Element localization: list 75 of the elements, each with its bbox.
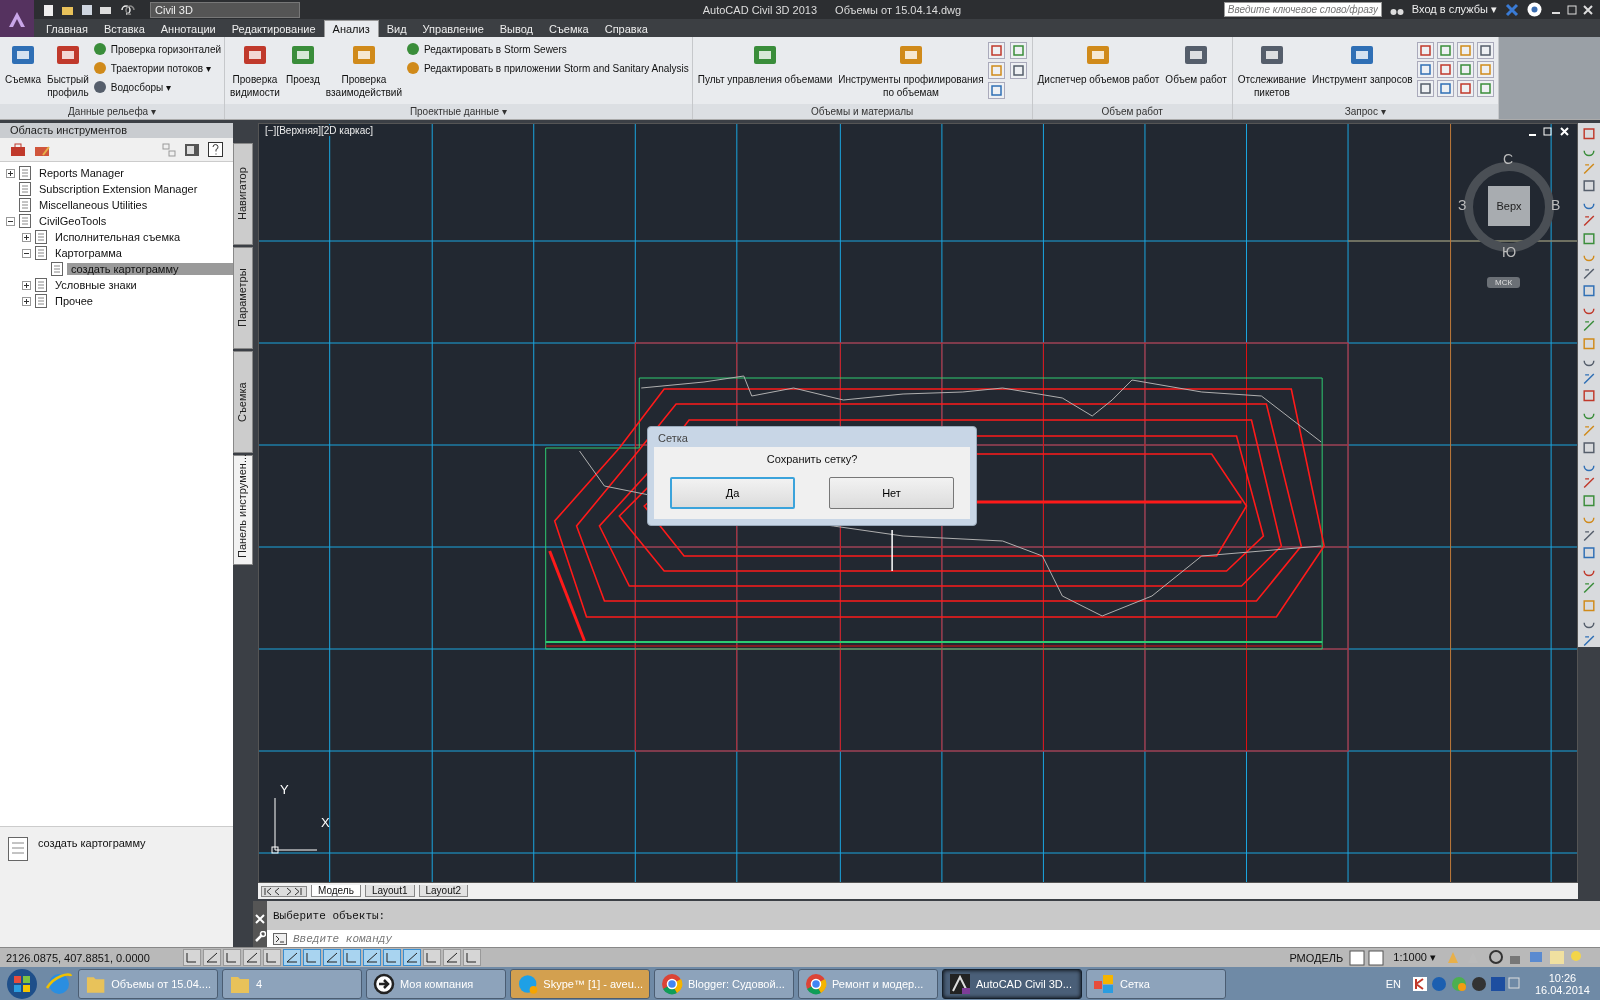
ribbon-tab[interactable]: Анализ	[323, 20, 379, 37]
tree-item[interactable]: Прочее	[51, 295, 97, 307]
ribbon-tab[interactable]: Управление	[414, 21, 492, 37]
dialog-button[interactable]: Да	[670, 477, 795, 509]
side-tab[interactable]: Параметры	[233, 247, 253, 349]
compass-label: Ю	[1502, 244, 1517, 260]
command-history: Выберите объекты:	[272, 908, 387, 924]
ribbon-button[interactable]: Водосборы ▾	[92, 80, 222, 94]
search-field[interactable]: Введите ключевое слово/фразу	[1223, 2, 1382, 17]
clock-date[interactable]: 16.04.2014	[1534, 983, 1590, 996]
compass-label: В	[1551, 197, 1561, 213]
dialog-button[interactable]: Нет	[829, 477, 954, 509]
workspace-dropdown[interactable]: Civil 3D	[150, 1, 300, 18]
scale-menu[interactable]: 1:1000 ▾	[1387, 951, 1442, 964]
ribbon-button[interactable]: Редактировать в приложении Storm and Sanitary Analysis	[406, 61, 689, 75]
ribbon-tab[interactable]: Главная	[38, 21, 96, 37]
tree-item[interactable]: Reports Manager	[35, 167, 128, 179]
ribbon-button[interactable]: Проверка видимости	[228, 39, 282, 100]
language-indicator[interactable]: EN	[1379, 977, 1407, 990]
tree-item[interactable]: Картограмма	[51, 247, 126, 259]
panel-title[interactable]: Запрос ▾	[1232, 104, 1498, 119]
panel-title[interactable]: Объемы и материалы	[692, 104, 1032, 119]
ribbon-button[interactable]: Проверка горизонталей	[92, 42, 222, 56]
sign-in-menu[interactable]: Вход в службы ▾	[1411, 3, 1497, 16]
ribbon-button[interactable]: Редактировать в Storm Sewers	[406, 42, 689, 56]
ribbon-button[interactable]: Отслеживание пикетов	[1235, 39, 1309, 100]
compass-label: З	[1458, 197, 1467, 213]
space-button[interactable]: РМОДЕЛЬ	[1285, 951, 1348, 964]
ribbon-button[interactable]: Инструмент запросов	[1310, 39, 1415, 87]
viewport-label[interactable]: [−][Верхняя][2D каркас]	[263, 125, 375, 136]
ribbon-tab[interactable]: Вывод	[491, 21, 541, 37]
ribbon-tab[interactable]: Съемка	[541, 21, 597, 37]
ribbon-tab[interactable]: Справка	[596, 21, 656, 37]
clock-time[interactable]: 10:26	[1548, 971, 1577, 984]
palette-title: Область инструментов	[0, 123, 233, 138]
side-tab[interactable]: Съемка	[233, 351, 253, 453]
layout-tab[interactable]: Layout1	[364, 885, 415, 897]
ribbon-button[interactable]: Диспетчер объемов работ	[1035, 39, 1162, 87]
ribbon-button[interactable]: Объем работ	[1163, 39, 1229, 87]
view-cube[interactable]: Верх	[1488, 186, 1530, 226]
app-title: AutoCAD Civil 3D 2013	[702, 3, 818, 16]
ribbon-tab[interactable]: Вид	[378, 21, 415, 37]
tree-item[interactable]: Miscellaneous Utilities	[35, 199, 152, 211]
axis-label: X	[321, 815, 330, 830]
ribbon-tab[interactable]: Редактирование	[223, 21, 324, 37]
tree-item[interactable]: Исполнительная съемка	[51, 231, 185, 243]
layout-tab[interactable]: Layout2	[418, 885, 469, 897]
compass-label: С	[1503, 151, 1514, 167]
ribbon-button[interactable]: Инструменты профилирования по объемам	[836, 39, 986, 100]
taskbar-item[interactable]: AutoCAD Civil 3D...	[942, 968, 1082, 999]
dialog-message: Сохранить сетку?	[765, 453, 859, 465]
ribbon-button[interactable]: Съемка	[3, 39, 44, 87]
ribbon-button[interactable]: Проверка взаимодействий	[323, 39, 404, 100]
ucs-menu[interactable]: МСК	[1487, 277, 1521, 288]
ribbon-tab[interactable]: Аннотации	[152, 21, 224, 37]
ribbon-button[interactable]: Проезд	[283, 39, 322, 87]
axis-label: Y	[280, 782, 289, 797]
dialog-title: Сетка	[657, 431, 689, 446]
tool-description: создать картограмму	[38, 837, 146, 849]
coordinates-readout: 2126.0875, 407.8851, 0.0000	[6, 951, 151, 964]
ribbon-button[interactable]: Быстрый профиль	[45, 39, 91, 100]
side-tab[interactable]: Навигатор	[233, 143, 253, 245]
tree-item[interactable]: CivilGeoTools	[35, 215, 111, 227]
layout-tab[interactable]: Модель	[311, 885, 361, 897]
file-title: Объемы от 15.04.14.dwg	[835, 3, 962, 16]
side-tab[interactable]: Панель инструмен...	[233, 455, 253, 565]
tree-item[interactable]: создать картограмму	[67, 263, 233, 275]
tree-item[interactable]: Условные знаки	[51, 279, 141, 291]
panel-title[interactable]: Проектные данные ▾	[225, 104, 692, 119]
tree-item[interactable]: Subscription Extension Manager	[35, 183, 202, 195]
ribbon-tab[interactable]: Вставка	[95, 21, 153, 37]
ribbon-button[interactable]: Пульт управления объемами	[695, 39, 835, 87]
panel-title[interactable]: Данные рельефа ▾	[0, 104, 225, 119]
ribbon-button[interactable]: Траектории потоков ▾	[92, 61, 222, 75]
panel-title[interactable]: Объем работ	[1032, 104, 1232, 119]
